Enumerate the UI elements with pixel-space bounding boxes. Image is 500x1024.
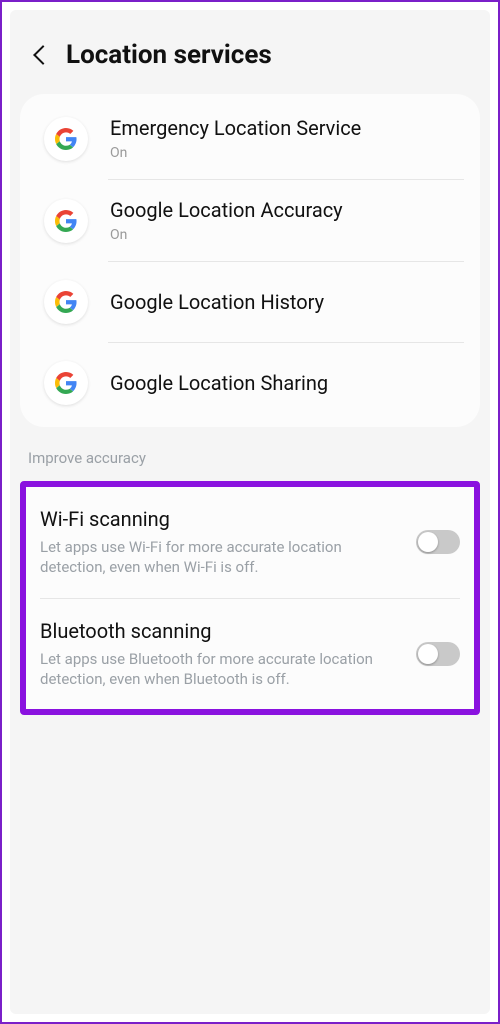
item-title: Google Location History bbox=[110, 290, 462, 315]
item-bluetooth-scanning[interactable]: Bluetooth scanning Let apps use Bluetoot… bbox=[26, 599, 474, 710]
improve-accuracy-highlight: Wi-Fi scanning Let apps use Wi-Fi for mo… bbox=[20, 481, 480, 715]
item-description: Let apps use Wi-Fi for more accurate loc… bbox=[40, 537, 402, 578]
item-text: Google Location Accuracy On bbox=[110, 198, 462, 243]
item-title: Google Location Sharing bbox=[110, 371, 462, 396]
item-wifi-scanning[interactable]: Wi-Fi scanning Let apps use Wi-Fi for mo… bbox=[26, 487, 474, 598]
item-title: Wi-Fi scanning bbox=[40, 507, 402, 531]
header: Location services bbox=[20, 20, 480, 94]
back-button[interactable] bbox=[30, 48, 50, 62]
item-text: Google Location Sharing bbox=[110, 371, 462, 396]
item-emergency-location-service[interactable]: Emergency Location Service On bbox=[28, 98, 472, 179]
location-services-screen: Location services Emergency Location Ser… bbox=[10, 10, 490, 1014]
item-google-location-history[interactable]: Google Location History bbox=[28, 262, 472, 342]
wifi-scanning-toggle[interactable] bbox=[416, 530, 460, 554]
section-label-improve-accuracy: Improve accuracy bbox=[20, 427, 480, 481]
item-title: Emergency Location Service bbox=[110, 116, 462, 141]
bluetooth-scanning-toggle[interactable] bbox=[416, 642, 460, 666]
google-icon bbox=[44, 361, 88, 405]
item-description: Let apps use Bluetooth for more accurate… bbox=[40, 649, 402, 690]
item-title: Google Location Accuracy bbox=[110, 198, 462, 223]
google-services-card: Emergency Location Service On Google Loc… bbox=[20, 94, 480, 427]
item-text: Wi-Fi scanning Let apps use Wi-Fi for mo… bbox=[40, 507, 402, 578]
item-text: Emergency Location Service On bbox=[110, 116, 462, 161]
item-status: On bbox=[110, 227, 462, 243]
item-google-location-sharing[interactable]: Google Location Sharing bbox=[28, 343, 472, 423]
item-text: Bluetooth scanning Let apps use Bluetoot… bbox=[40, 619, 402, 690]
google-icon bbox=[44, 117, 88, 161]
google-icon bbox=[44, 199, 88, 243]
google-icon bbox=[44, 280, 88, 324]
item-status: On bbox=[110, 145, 462, 161]
page-title: Location services bbox=[66, 40, 272, 70]
item-google-location-accuracy[interactable]: Google Location Accuracy On bbox=[28, 180, 472, 261]
item-text: Google Location History bbox=[110, 290, 462, 315]
item-title: Bluetooth scanning bbox=[40, 619, 402, 643]
chevron-left-icon bbox=[33, 45, 53, 65]
